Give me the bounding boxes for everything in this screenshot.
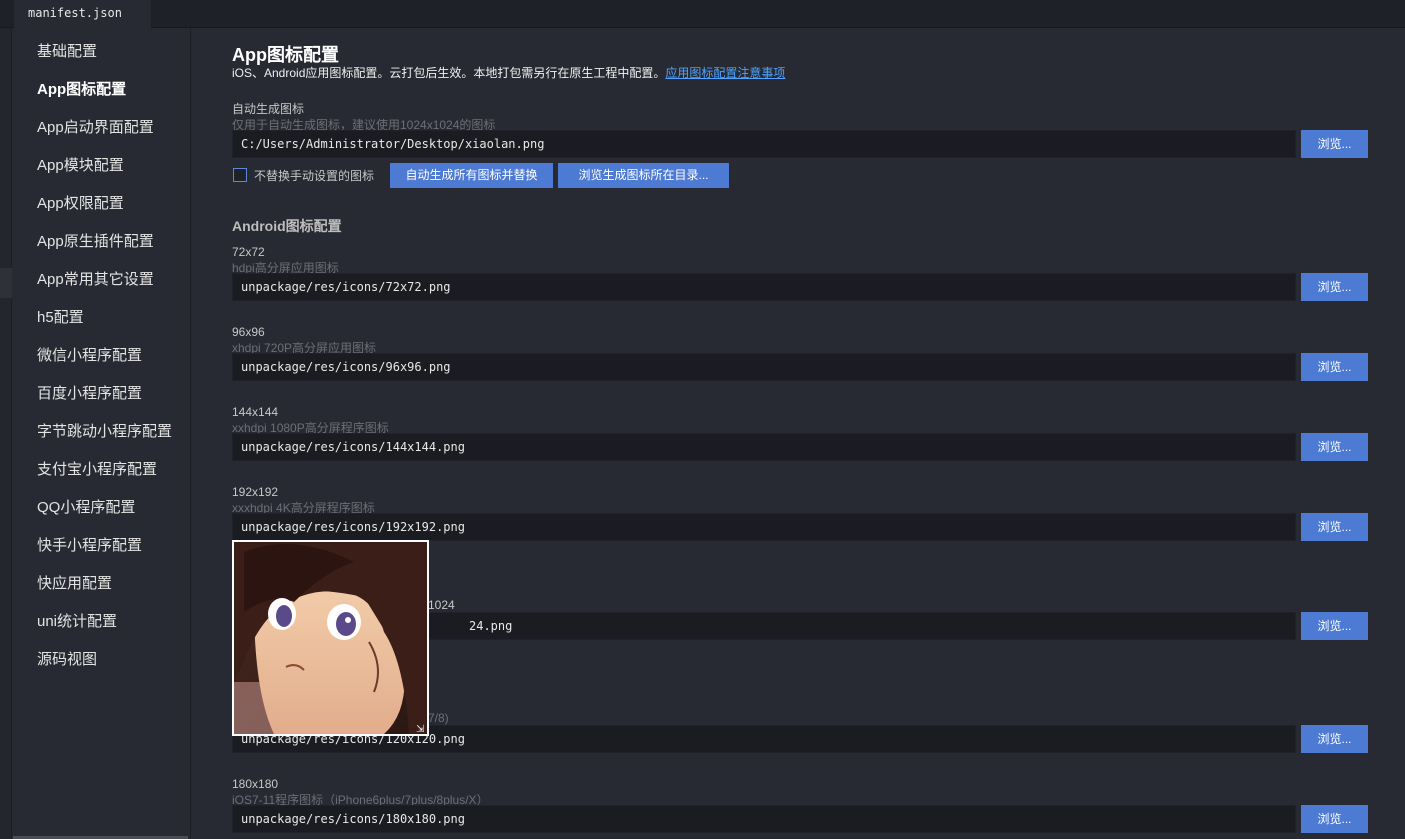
sidebar-item-h5[interactable]: h5配置 <box>37 306 84 327</box>
config-sidebar: 基础配置 App图标配置 App启动界面配置 App模块配置 App权限配置 A… <box>13 28 191 839</box>
auto-icon-path-input[interactable]: C:/Users/Administrator/Desktop/xiaolan.p… <box>232 130 1296 158</box>
icon-hint: 7/8) <box>428 711 449 725</box>
sidebar-item-quickapp[interactable]: 快应用配置 <box>37 572 112 593</box>
sidebar-item-app-other-settings[interactable]: App常用其它设置 <box>37 268 154 289</box>
icon-72-path-input[interactable]: unpackage/res/icons/72x72.png <box>232 273 1296 301</box>
page-description: iOS、Android应用图标配置。云打包后生效。本地打包需另行在原生工程中配置… <box>232 64 785 81</box>
generate-all-icons-button[interactable]: 自动生成所有图标并替换 <box>390 163 553 188</box>
icon-size-label: 144x144 <box>232 405 279 419</box>
sidebar-item-app-permissions[interactable]: App权限配置 <box>37 192 124 213</box>
icon-144-path-input[interactable]: unpackage/res/icons/144x144.png <box>232 433 1296 461</box>
icon-192-path-input[interactable]: unpackage/res/icons/192x192.png <box>232 513 1296 541</box>
anime-girl-preview-image <box>232 540 429 736</box>
sidebar-item-app-modules[interactable]: App模块配置 <box>37 154 124 175</box>
icon-180-browse-button[interactable]: 浏览... <box>1301 805 1368 833</box>
icon-size-label: 180x180 <box>232 777 279 791</box>
icon-1024-browse-button[interactable]: 浏览... <box>1301 612 1368 640</box>
sidebar-item-source-view[interactable]: 源码视图 <box>37 648 97 669</box>
icon-96-browse-button[interactable]: 浏览... <box>1301 353 1368 381</box>
icon-size-label: 192x192 <box>232 485 279 499</box>
auto-icon-browse-button[interactable]: 浏览... <box>1301 130 1368 158</box>
tab-manifest-json[interactable]: manifest.json <box>14 0 151 28</box>
auto-generate-label: 自动生成图标 <box>232 102 305 116</box>
icon-192-browse-button[interactable]: 浏览... <box>1301 513 1368 541</box>
icon-180-path-input[interactable]: unpackage/res/icons/180x180.png <box>232 805 1296 833</box>
main-panel: App图标配置 iOS、Android应用图标配置。云打包后生效。本地打包需另行… <box>192 28 1405 839</box>
resize-grip-icon[interactable]: ⇲ <box>416 725 426 735</box>
icon-config-notes-link[interactable]: 应用图标配置注意事项 <box>665 66 785 80</box>
keep-manual-icons-checkbox[interactable] <box>233 168 247 182</box>
icon-size-label: 72x72 <box>232 245 265 259</box>
icon-size-label: 96x96 <box>232 325 265 339</box>
description-text: iOS、Android应用图标配置。云打包后生效。本地打包需另行在原生工程中配置… <box>232 66 666 80</box>
editor-tab-bar: manifest.json <box>0 0 1405 28</box>
gutter-marker <box>0 268 12 298</box>
sidebar-item-app-native-plugins[interactable]: App原生插件配置 <box>37 230 154 251</box>
left-gutter <box>0 28 12 839</box>
icon-72-browse-button[interactable]: 浏览... <box>1301 273 1368 301</box>
sidebar-item-app-icon[interactable]: App图标配置 <box>37 78 126 99</box>
sidebar-item-bytedance-mp[interactable]: 字节跳动小程序配置 <box>37 420 172 441</box>
android-section-title: Android图标配置 <box>232 218 342 234</box>
preview-illustration <box>234 542 427 734</box>
sidebar-item-uni-stats[interactable]: uni统计配置 <box>37 610 117 631</box>
sidebar-item-app-splash[interactable]: App启动界面配置 <box>37 116 154 137</box>
icon-144-browse-button[interactable]: 浏览... <box>1301 433 1368 461</box>
keep-manual-icons-label: 不替换手动设置的图标 <box>254 169 375 183</box>
browse-icon-dir-button[interactable]: 浏览生成图标所在目录... <box>558 163 729 188</box>
sidebar-item-basic[interactable]: 基础配置 <box>37 40 97 61</box>
sidebar-item-qq-mp[interactable]: QQ小程序配置 <box>37 496 135 517</box>
sidebar-item-kuaishou-mp[interactable]: 快手小程序配置 <box>37 534 142 555</box>
icon-96-path-input[interactable]: unpackage/res/icons/96x96.png <box>232 353 1296 381</box>
icon-120-browse-button[interactable]: 浏览... <box>1301 725 1368 753</box>
sidebar-item-baidu-mp[interactable]: 百度小程序配置 <box>37 382 142 403</box>
icon-size-label: 1024 <box>428 598 455 612</box>
sidebar-item-alipay-mp[interactable]: 支付宝小程序配置 <box>37 458 157 479</box>
sidebar-item-wechat-mp[interactable]: 微信小程序配置 <box>37 344 142 365</box>
